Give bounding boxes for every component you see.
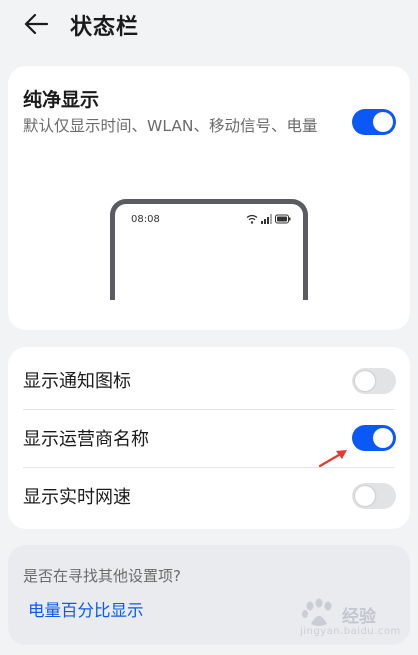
pure-display-title: 纯净显示 xyxy=(23,89,100,111)
annotation-arrow-icon xyxy=(318,450,347,468)
setting-label: 显示实时网速 xyxy=(23,487,131,508)
toggle-knob xyxy=(373,112,393,132)
setting-label: 显示通知图标 xyxy=(23,371,131,392)
signal-icon xyxy=(261,214,272,224)
setting-label: 显示运营商名称 xyxy=(23,429,149,450)
phone-status-icons xyxy=(246,214,291,224)
watermark-text: 经验 xyxy=(342,607,376,627)
network-speed-toggle[interactable] xyxy=(352,483,396,509)
setting-row-notification-icons[interactable]: 显示通知图标 xyxy=(8,351,410,409)
notification-icons-toggle[interactable] xyxy=(352,368,396,394)
phone-preview-time: 08:08 xyxy=(131,214,160,225)
toggle-knob xyxy=(355,486,375,506)
watermark-url: jingyan.baidu.com xyxy=(300,626,401,637)
setting-row-network-speed[interactable]: 显示实时网速 xyxy=(8,467,410,525)
battery-percentage-link[interactable]: 电量百分比显示 xyxy=(28,597,144,621)
carrier-name-toggle[interactable] xyxy=(352,425,396,451)
pure-display-description: 默认仅显示时间、WLAN、移动信号、电量 xyxy=(23,117,318,135)
pure-display-card: 纯净显示 默认仅显示时间、WLAN、移动信号、电量 08:08 xyxy=(8,66,410,330)
arrow-left-icon[interactable] xyxy=(22,10,50,38)
suggestion-question: 是否在寻找其他设置项? xyxy=(23,567,181,585)
battery-icon xyxy=(275,214,291,224)
wifi-icon xyxy=(246,214,258,224)
settings-card: 显示通知图标 显示运营商名称 显示实时网速 xyxy=(8,347,410,529)
phone-preview: 08:08 xyxy=(110,199,308,300)
pure-display-toggle[interactable] xyxy=(352,109,396,135)
header: 状态栏 xyxy=(0,0,418,50)
baidu-watermark: 经验 jingyan.baidu.com xyxy=(300,598,412,644)
toggle-knob xyxy=(373,428,393,448)
toggle-knob xyxy=(355,371,375,391)
paw-logo-icon xyxy=(302,598,332,626)
page-title: 状态栏 xyxy=(70,15,140,40)
